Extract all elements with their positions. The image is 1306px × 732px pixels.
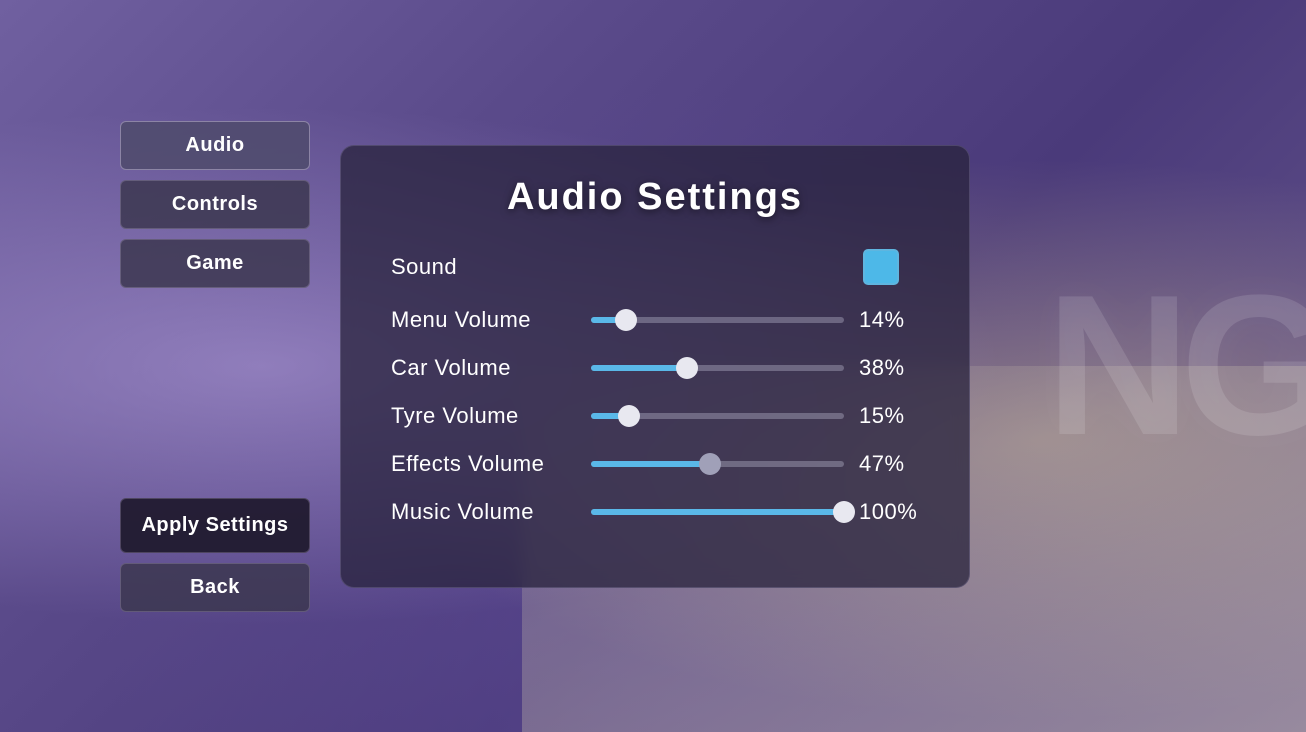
music-volume-fill [591,509,844,515]
car-volume-fill [591,365,687,371]
effects-volume-thumb[interactable] [699,453,721,475]
sound-checkbox[interactable] [863,249,899,285]
tyre-volume-slider-container: 15% [591,403,919,429]
music-volume-value: 100% [859,499,919,525]
tyre-volume-row: Tyre Volume 15% [391,403,919,429]
car-volume-row: Car Volume 38% [391,355,919,381]
back-button[interactable]: Back [120,563,310,612]
nav-buttons: Audio Controls Game [120,121,310,288]
effects-volume-row: Effects Volume 47% [391,451,919,477]
panel-title: Audio Settings [391,176,919,219]
tyre-volume-label: Tyre Volume [391,403,571,429]
menu-volume-label: Menu Volume [391,307,571,333]
tyre-volume-value: 15% [859,403,919,429]
menu-volume-row: Menu Volume 14% [391,307,919,333]
effects-volume-label: Effects Volume [391,451,571,477]
car-volume-track[interactable] [591,365,844,371]
sidebar: Audio Controls Game Apply Settings Back [120,121,310,612]
car-volume-value: 38% [859,355,919,381]
car-volume-label: Car Volume [391,355,571,381]
car-volume-slider-container: 38% [591,355,919,381]
sound-control [591,249,919,285]
music-volume-slider-container: 100% [591,499,919,525]
sidebar-item-controls[interactable]: Controls [120,180,310,229]
menu-volume-slider-container: 14% [591,307,919,333]
menu-volume-value: 14% [859,307,919,333]
menu-volume-thumb[interactable] [615,309,637,331]
music-volume-row: Music Volume 100% [391,499,919,525]
sound-row: Sound [391,249,919,285]
car-volume-thumb[interactable] [676,357,698,379]
apply-settings-button[interactable]: Apply Settings [120,498,310,553]
sound-label: Sound [391,254,571,280]
music-volume-thumb[interactable] [833,501,855,523]
menu-volume-track[interactable] [591,317,844,323]
effects-volume-value: 47% [859,451,919,477]
settings-panel: Audio Settings Sound Menu Volume 14% Car… [340,145,970,588]
music-volume-track[interactable] [591,509,844,515]
music-volume-label: Music Volume [391,499,571,525]
action-buttons: Apply Settings Back [120,498,310,612]
tyre-volume-track[interactable] [591,413,844,419]
effects-volume-fill [591,461,710,467]
effects-volume-slider-container: 47% [591,451,919,477]
sidebar-item-audio[interactable]: Audio [120,121,310,170]
tyre-volume-thumb[interactable] [618,405,640,427]
effects-volume-track[interactable] [591,461,844,467]
sidebar-item-game[interactable]: Game [120,239,310,288]
